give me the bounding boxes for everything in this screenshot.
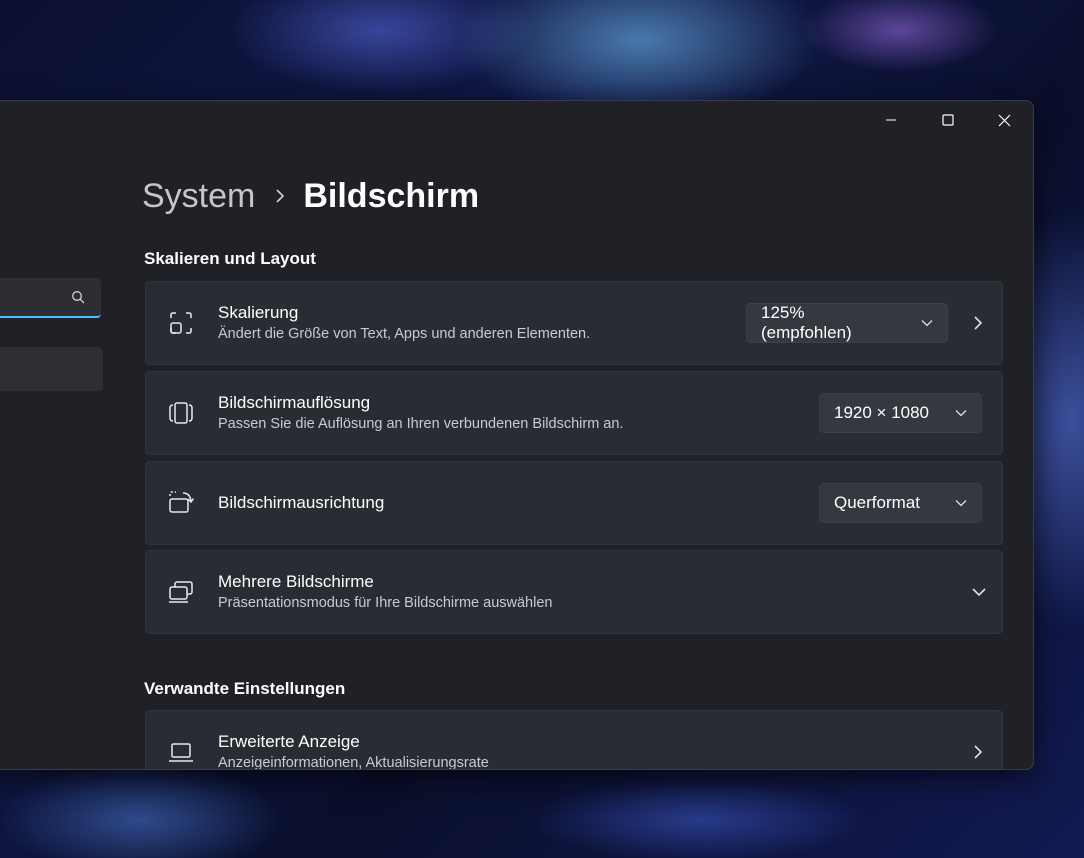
page-title: Bildschirm	[303, 176, 480, 215]
orientation-dropdown[interactable]: Querformat	[819, 483, 982, 523]
orientation-icon	[169, 491, 195, 513]
maximize-button[interactable]	[919, 101, 976, 139]
chevron-right-icon[interactable]	[973, 316, 982, 330]
minimize-icon	[885, 119, 896, 121]
setting-title: Bildschirmausrichtung	[218, 493, 385, 512]
dropdown-value: 1920 × 1080	[834, 403, 930, 422]
setting-orientation-text: Bildschirmausrichtung	[218, 492, 384, 514]
dropdown-value: 125% (empfohlen)	[761, 303, 852, 342]
setting-multiple-displays[interactable]: Mehrere Bildschirme Präsentationsmodus f…	[145, 550, 1003, 634]
close-icon	[998, 114, 1011, 126]
setting-scaling[interactable]: Skalierung Ändert die Größe von Text, Ap…	[145, 281, 1003, 365]
minimize-button[interactable]	[862, 101, 919, 139]
breadcrumb-parent[interactable]: System	[142, 177, 255, 216]
chevron-down-icon	[955, 409, 967, 417]
dropdown-value: Querformat	[834, 493, 920, 512]
setting-title: Skalierung	[218, 303, 299, 322]
section-title-scale-layout: Skalieren und Layout	[144, 249, 316, 268]
setting-orientation: Bildschirmausrichtung Querformat	[145, 461, 1003, 545]
chevron-down-icon[interactable]	[972, 588, 986, 597]
setting-title: Bildschirmauflösung	[218, 393, 371, 412]
setting-description: Passen Sie die Auflösung an Ihren verbun…	[218, 416, 624, 432]
breadcrumb: System Bildschirm	[142, 173, 479, 219]
chevron-right-icon[interactable]	[973, 745, 982, 759]
setting-title: Mehrere Bildschirme	[218, 572, 374, 591]
setting-scaling-text: Skalierung Ändert die Größe von Text, Ap…	[218, 302, 590, 344]
breadcrumb-separator-icon	[275, 189, 285, 203]
setting-description: Präsentationsmodus für Ihre Bildschirme …	[218, 595, 553, 611]
settings-window: System Bildschirm Skalieren und Layout S…	[0, 100, 1034, 770]
scaling-dropdown[interactable]: 125% (empfohlen)	[746, 303, 948, 343]
scaling-icon	[170, 312, 192, 334]
maximize-icon	[941, 114, 954, 126]
laptop-icon	[169, 743, 193, 762]
section-title-related: Verwandte Einstellungen	[144, 679, 346, 698]
setting-resolution-text: Bildschirmauflösung Passen Sie die Auflö…	[218, 392, 623, 434]
setting-description: Ändert die Größe von Text, Apps und ande…	[218, 326, 591, 342]
search-input[interactable]	[0, 278, 101, 318]
resolution-dropdown[interactable]: 1920 × 1080	[819, 393, 982, 433]
search-icon	[71, 290, 85, 309]
close-button[interactable]	[976, 101, 1033, 139]
setting-resolution: Bildschirmauflösung Passen Sie die Auflö…	[145, 371, 1003, 455]
caption-buttons	[862, 101, 1033, 139]
setting-advanced-display[interactable]: Erweiterte Anzeige Anzeigeinformationen,…	[145, 710, 1003, 770]
setting-advanced-text: Erweiterte Anzeige Anzeigeinformationen,…	[218, 731, 489, 770]
multiple-displays-icon	[169, 581, 193, 603]
chevron-down-icon	[955, 499, 967, 507]
chevron-down-icon	[921, 319, 933, 327]
setting-title: Erweiterte Anzeige	[218, 732, 360, 751]
setting-multiple-text: Mehrere Bildschirme Präsentationsmodus f…	[218, 571, 552, 613]
nav-item-selected[interactable]	[0, 347, 103, 391]
resolution-icon	[169, 402, 193, 424]
setting-description: Anzeigeinformationen, Aktualisierungsrat…	[218, 755, 489, 770]
